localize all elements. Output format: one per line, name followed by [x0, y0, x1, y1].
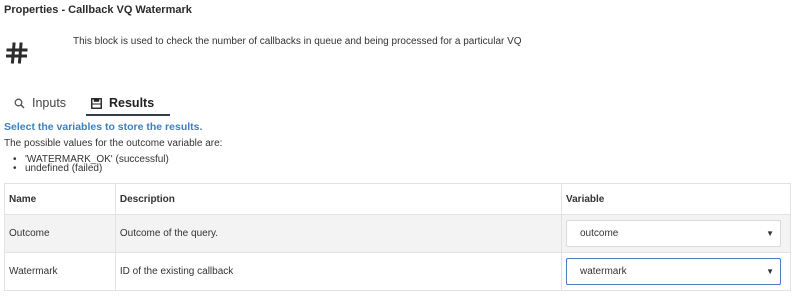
variable-select-watermark[interactable]: watermark ▼	[566, 258, 781, 285]
search-icon	[14, 98, 25, 109]
caret-down-icon: ▼	[766, 267, 774, 276]
column-header-variable: Variable	[561, 183, 791, 215]
row-name-cell: Outcome	[4, 214, 116, 253]
column-header-description: Description	[114, 183, 563, 215]
results-instruction: Select the variables to store the result…	[4, 121, 203, 133]
possible-values-list: 'WATERMARK_OK' (successful) undefined (f…	[13, 155, 169, 174]
block-description: This block is used to check the number o…	[73, 36, 522, 47]
row-description-cell: ID of the existing callback	[114, 252, 563, 291]
tab-results[interactable]: Results	[91, 91, 154, 115]
column-header-name: Name	[4, 183, 116, 215]
possible-values-intro: The possible values for the outcome vari…	[4, 138, 223, 149]
row-variable-cell: watermark ▼	[561, 252, 791, 291]
table-row: Watermark ID of the existing callback wa…	[4, 252, 791, 291]
save-icon	[91, 97, 102, 109]
row-name-cell: Watermark	[4, 252, 116, 291]
active-tab-indicator	[86, 114, 170, 116]
table-row: Outcome Outcome of the query. outcome ▼	[4, 214, 791, 253]
hash-icon	[6, 42, 28, 64]
row-description-cell: Outcome of the query.	[114, 214, 563, 253]
variable-select-value: watermark	[580, 266, 627, 277]
tab-results-label: Results	[109, 96, 155, 110]
results-table: Name Description Variable Outcome Outcom…	[4, 183, 791, 291]
variable-select-value: outcome	[580, 228, 619, 239]
table-header-row: Name Description Variable	[4, 183, 791, 215]
panel-title: Properties - Callback VQ Watermark	[4, 4, 192, 16]
list-item: undefined (failed)	[13, 164, 169, 174]
tab-inputs[interactable]: Inputs	[14, 91, 66, 115]
row-variable-cell: outcome ▼	[561, 214, 791, 253]
variable-select-outcome[interactable]: outcome ▼	[566, 220, 781, 247]
caret-down-icon: ▼	[766, 229, 774, 238]
tab-inputs-label: Inputs	[32, 96, 67, 110]
